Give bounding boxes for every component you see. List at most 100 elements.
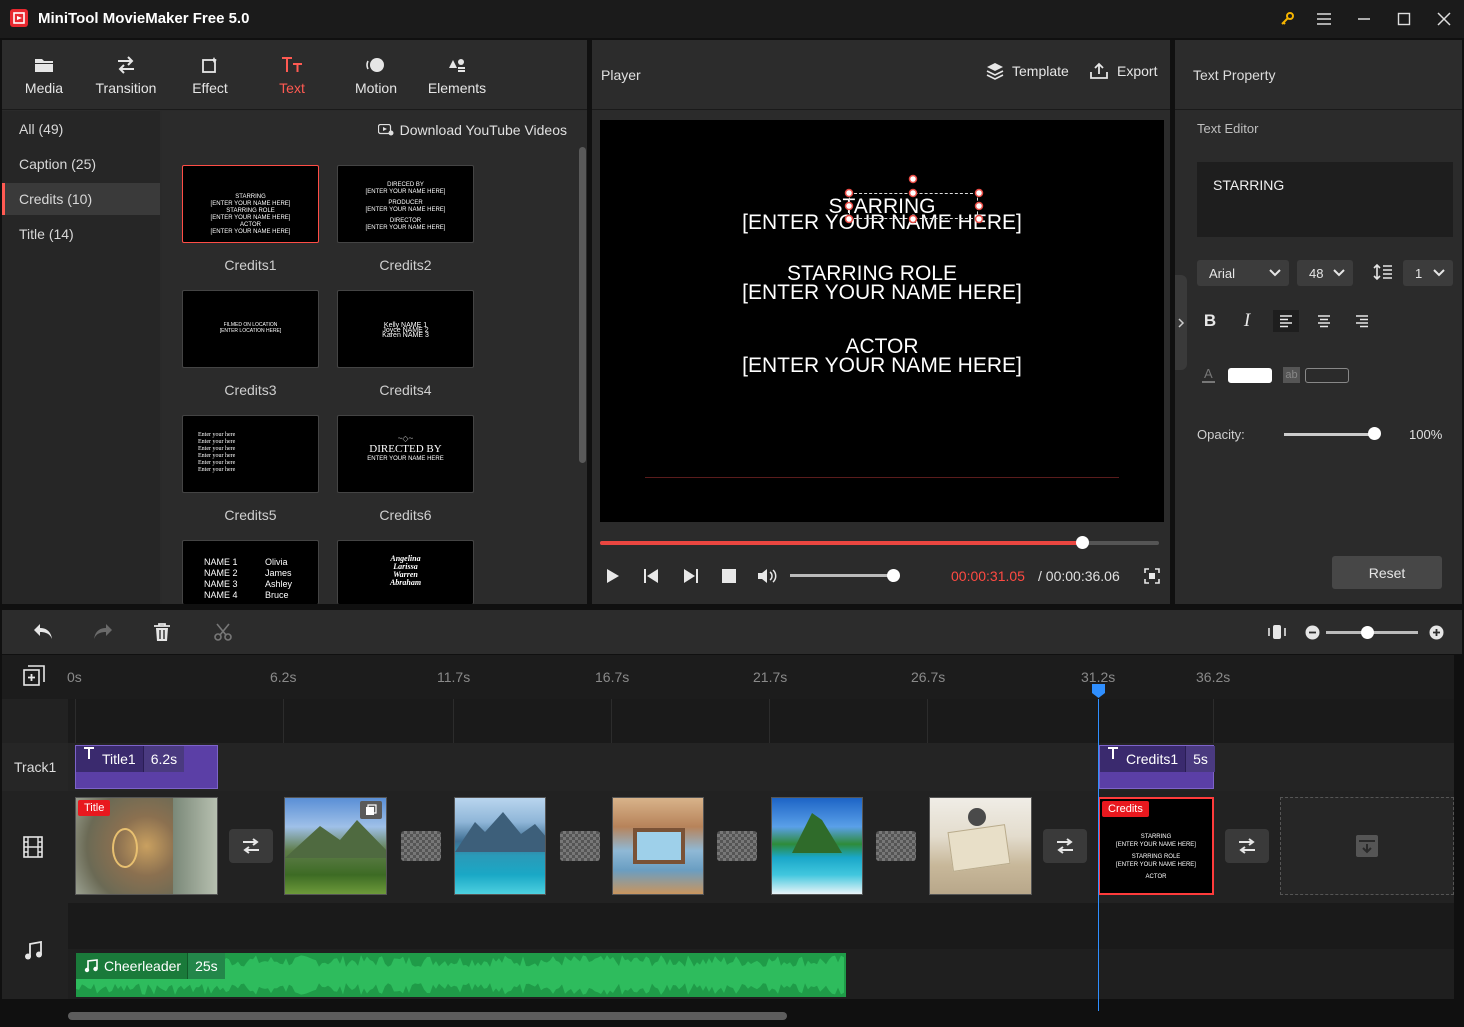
preview-screen[interactable]: STARRING [ENTER YOUR NAME HERE] STARRING… xyxy=(600,120,1164,522)
credits7-thumbnail[interactable]: NAME 1 NAME 2 NAME 3 NAME 4 Olivia James… xyxy=(182,540,319,604)
export-label: Export xyxy=(1117,63,1158,79)
font-size-select[interactable]: 48 xyxy=(1297,260,1353,286)
fit-timeline-icon[interactable] xyxy=(1268,623,1286,641)
audio-clip-duration: 25s xyxy=(187,953,225,979)
download-youtube-link[interactable]: Download YouTube Videos xyxy=(377,122,567,138)
transition-slot[interactable] xyxy=(1225,829,1269,863)
font-family-select[interactable]: Arial xyxy=(1197,260,1289,286)
thumb-name-key: NAME 3 xyxy=(204,579,238,589)
delete-icon[interactable] xyxy=(153,622,171,642)
title1-text-clip[interactable]: Title1 6.2s xyxy=(75,745,218,789)
credits4-thumbnail[interactable]: Kelly NAME 1 Joyce NAME 2 Karen NAME 3 xyxy=(337,290,474,368)
credits5-thumbnail[interactable]: Enter your here Enter your here Enter yo… xyxy=(182,415,319,493)
reset-button[interactable]: Reset xyxy=(1332,556,1442,589)
transition-slot[interactable] xyxy=(1043,829,1087,863)
add-track-icon[interactable] xyxy=(23,665,45,687)
bokeh-decoration xyxy=(112,828,138,868)
menu-icon[interactable] xyxy=(1311,6,1337,32)
key-icon[interactable] xyxy=(1274,6,1300,32)
undo-icon[interactable] xyxy=(32,622,54,642)
next-frame-icon[interactable] xyxy=(680,565,702,587)
category-caption[interactable]: Caption (25) xyxy=(2,148,160,180)
video-clip-credits[interactable]: Credits STARRING [ENTER YOUR NAME HERE] … xyxy=(1098,797,1214,895)
credits4-label: Credits4 xyxy=(379,382,432,398)
close-icon[interactable] xyxy=(1431,6,1457,32)
video-clip-island[interactable] xyxy=(771,797,863,895)
template-button[interactable]: Template xyxy=(986,62,1069,80)
opacity-slider[interactable] xyxy=(1284,433,1374,436)
resize-handles-icon[interactable] xyxy=(843,173,985,225)
media-drop-zone[interactable] xyxy=(1280,797,1454,895)
play-icon[interactable] xyxy=(602,565,624,587)
video-clip-mountain-hiker[interactable] xyxy=(284,797,387,895)
video-clip-title[interactable]: Title xyxy=(75,797,218,895)
empty-transition-slot[interactable] xyxy=(717,831,757,861)
timeline-scrollbar[interactable] xyxy=(68,1012,787,1020)
credits1-thumbnail[interactable]: STARRING [ENTER YOUR NAME HERE] STARRING… xyxy=(182,165,319,243)
collapse-panel-button[interactable] xyxy=(1175,275,1187,370)
volume-handle[interactable] xyxy=(887,569,900,582)
thumb-line: Abraham xyxy=(389,578,422,587)
video-clip-map-reader[interactable] xyxy=(929,797,1032,895)
opacity-value: 100% xyxy=(1409,427,1443,442)
tool-motion[interactable]: Motion xyxy=(348,40,404,110)
font-family-value: Arial xyxy=(1209,265,1236,281)
playhead-line[interactable] xyxy=(1098,699,1099,1011)
copy-icon[interactable] xyxy=(360,801,382,819)
tool-media[interactable]: Media xyxy=(20,40,68,110)
audio-clip-cheerleader[interactable]: Cheerleader 25s xyxy=(76,953,846,997)
opacity-handle[interactable] xyxy=(1368,427,1381,440)
timeline-ruler[interactable] xyxy=(2,655,1454,699)
scissors-icon[interactable] xyxy=(213,622,233,642)
zoom-handle[interactable] xyxy=(1361,626,1374,639)
stop-icon[interactable] xyxy=(718,565,740,587)
seek-bar-progress xyxy=(600,541,1083,545)
credits1-text-clip[interactable]: Credits1 5s xyxy=(1099,745,1215,789)
ornament-icon: ~◇~ xyxy=(397,434,414,443)
font-color-swatch[interactable] xyxy=(1228,368,1272,383)
category-all[interactable]: All (49) xyxy=(2,113,160,145)
align-left-icon[interactable] xyxy=(1273,310,1299,332)
tool-transition[interactable]: Transition xyxy=(90,40,162,110)
italic-icon[interactable]: I xyxy=(1235,310,1259,332)
previous-frame-icon[interactable] xyxy=(640,565,662,587)
zoom-in-icon[interactable] xyxy=(1429,625,1444,640)
export-button[interactable]: Export xyxy=(1089,62,1157,80)
background-color-swatch[interactable] xyxy=(1305,368,1349,383)
transition-slot[interactable] xyxy=(229,829,273,863)
fullscreen-icon[interactable] xyxy=(1141,565,1163,587)
line-spacing-select[interactable]: 1 xyxy=(1403,260,1453,286)
video-clip-van[interactable] xyxy=(612,797,704,895)
chevron-down-icon xyxy=(1269,269,1281,277)
text-editor-input[interactable]: STARRING xyxy=(1197,162,1453,237)
gallery-scrollbar[interactable] xyxy=(579,147,586,463)
video-clip-lake[interactable] xyxy=(454,797,546,895)
window-shape xyxy=(633,828,685,864)
empty-transition-slot[interactable] xyxy=(401,831,441,861)
text-clip-duration: 6.2s xyxy=(142,746,185,772)
credits6-thumbnail[interactable]: ~◇~ DIRECTED BY ENTER YOUR NAME HERE xyxy=(337,415,474,493)
thumb-line: Enter your here xyxy=(198,446,236,452)
minimize-icon[interactable] xyxy=(1351,6,1377,32)
redo-icon[interactable] xyxy=(92,622,114,642)
volume-slider[interactable] xyxy=(790,574,894,577)
tool-text[interactable]: Text xyxy=(264,40,320,110)
align-right-icon[interactable] xyxy=(1350,310,1374,332)
bold-icon[interactable]: B xyxy=(1198,310,1222,332)
category-credits[interactable]: Credits (10) xyxy=(2,183,160,215)
clip-credit-line: ACTOR xyxy=(1145,874,1167,880)
volume-icon[interactable] xyxy=(756,565,778,587)
credits3-thumbnail[interactable]: FILMED ON LOCATION [ENTER LOCATION HERE] xyxy=(182,290,319,368)
credits8-thumbnail[interactable]: Angelina Larissa Warren Abraham xyxy=(337,540,474,604)
empty-transition-slot[interactable] xyxy=(876,831,916,861)
maximize-icon[interactable] xyxy=(1391,6,1417,32)
text-t-icon xyxy=(1100,746,1126,772)
empty-transition-slot[interactable] xyxy=(560,831,600,861)
tool-effect[interactable]: Effect xyxy=(182,40,238,110)
playhead-marker-icon[interactable] xyxy=(1091,683,1106,699)
align-center-icon[interactable] xyxy=(1312,310,1336,332)
tool-elements[interactable]: Elements xyxy=(424,40,490,110)
category-title[interactable]: Title (14) xyxy=(2,218,160,250)
zoom-out-icon[interactable] xyxy=(1305,625,1320,640)
credits2-thumbnail[interactable]: DIRECED BY [ENTER YOUR NAME HERE] PRODUC… xyxy=(337,165,474,243)
